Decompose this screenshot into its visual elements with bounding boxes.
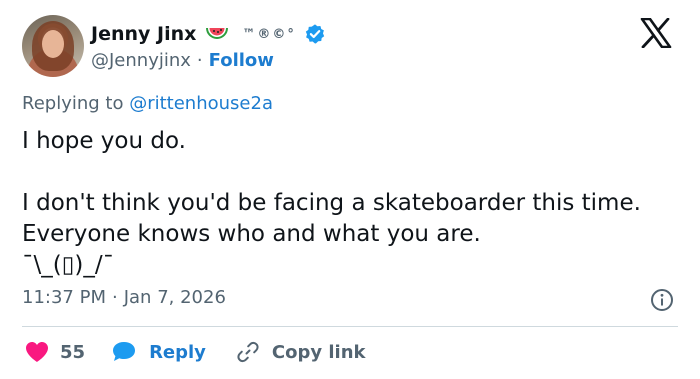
tweet-text: I hope you do. I don't think you'd be fa… <box>22 128 641 278</box>
tweet-timestamp[interactable]: 11:37 PM · Jan 7, 2026 <box>22 287 226 308</box>
avatar-face <box>42 30 64 58</box>
tweet-date[interactable]: Jan 7, 2026 <box>124 287 226 308</box>
heart-icon <box>26 342 48 362</box>
replying-to: Replying to @rittenhouse2a <box>22 93 273 114</box>
author-name[interactable]: Jenny Jinx <box>91 23 196 45</box>
author-handle-row: @Jennyjinx · Follow <box>91 48 274 72</box>
like-button[interactable]: 55 <box>24 340 85 364</box>
divider <box>22 326 678 327</box>
copy-link-label: Copy link <box>271 341 366 363</box>
reply-label: Reply <box>149 341 206 363</box>
tweet-time[interactable]: 11:37 PM <box>22 287 106 308</box>
like-count: 55 <box>60 341 86 363</box>
verified-badge-icon[interactable] <box>304 23 326 45</box>
tweet-card: Jenny Jinx ™®©° @Jennyjinx · Follow Repl… <box>0 0 700 379</box>
author-name-marks: ™®©° <box>242 26 296 42</box>
separator-dot: · <box>111 287 118 308</box>
replying-to-prefix: Replying to <box>22 93 124 114</box>
link-icon <box>237 341 259 363</box>
author-name-row: Jenny Jinx ™®©° <box>91 20 326 48</box>
watermelon-icon <box>206 28 229 39</box>
action-bar: 55 Reply Copy link <box>24 337 366 367</box>
x-logo-icon[interactable] <box>640 18 672 48</box>
replying-to-mention[interactable]: @rittenhouse2a <box>129 93 273 114</box>
separator-dot: · <box>196 49 203 71</box>
follow-button[interactable]: Follow <box>209 50 274 71</box>
author-handle[interactable]: @Jennyjinx <box>91 50 191 71</box>
avatar[interactable] <box>22 15 84 77</box>
reply-bubble-icon <box>113 342 136 361</box>
reply-button[interactable]: Reply <box>111 340 206 364</box>
copy-link-button[interactable]: Copy link <box>236 340 366 364</box>
info-icon[interactable] <box>650 288 674 312</box>
